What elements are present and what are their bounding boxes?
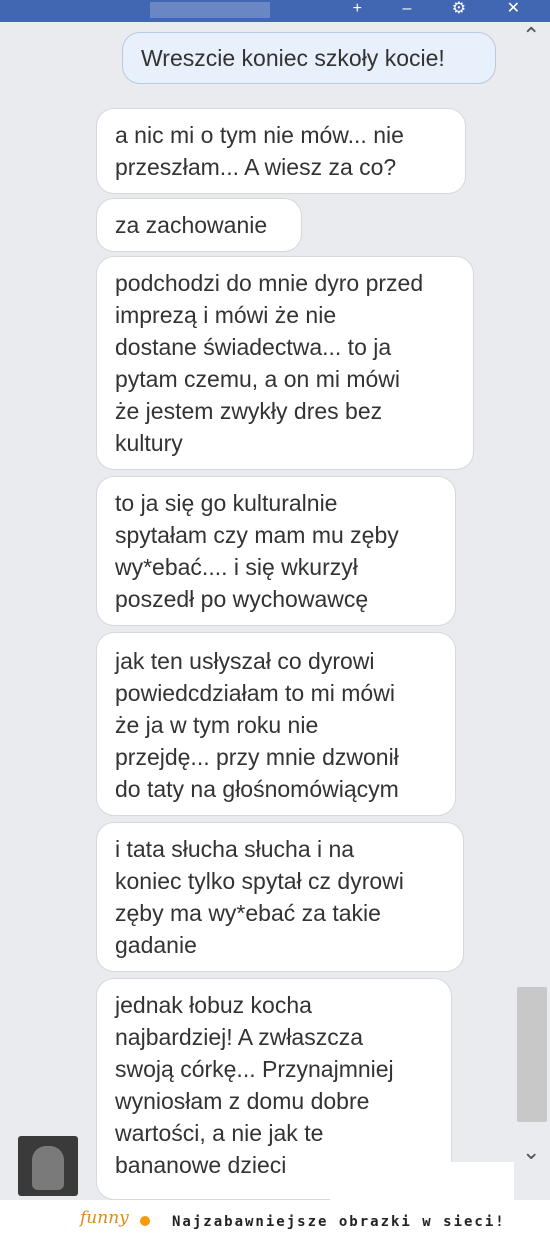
white-overlay (330, 1162, 514, 1200)
message-bubble-incoming: jak ten usłyszał co dyrowi powiedcdziała… (96, 632, 456, 816)
avatar[interactable] (18, 1136, 78, 1196)
site-slogan: Najzabawniejsze obrazki w sieci! (172, 1214, 506, 1230)
message-bubble-incoming: to ja się go kulturalnie spytałam czy ma… (96, 476, 456, 626)
message-bubble-outgoing: Wreszcie koniec szkoły kocie! (122, 32, 496, 84)
titlebar-icons[interactable]: + – ⚙ ✕ (353, 0, 538, 18)
scrollbar-thumb[interactable] (517, 987, 547, 1122)
message-bubble-incoming: za zachowanie (96, 198, 302, 252)
message-bubble-incoming: podchodzi do mnie dyro przed imprezą i m… (96, 256, 474, 470)
site-logo: funny (80, 1208, 129, 1228)
blurred-contact-name (150, 2, 270, 18)
chevron-up-icon[interactable]: ⌃ (522, 26, 540, 48)
logo-dot (140, 1216, 150, 1226)
scrollbar[interactable]: ⌃ ⌄ (514, 22, 550, 1200)
message-bubble-incoming: i tata słucha słucha i na koniec tylko s… (96, 822, 464, 972)
avatar-silhouette (32, 1146, 64, 1190)
chat-window-titlebar: + – ⚙ ✕ (0, 0, 550, 22)
chevron-down-icon[interactable]: ⌄ (522, 1142, 540, 1164)
watermark-footer: funny Najzabawniejsze obrazki w sieci! (0, 1200, 550, 1246)
message-list: Wreszcie koniec szkoły kocie! a nic mi o… (0, 22, 514, 1200)
message-bubble-incoming: a nic mi o tym nie mów... nie przeszłam.… (96, 108, 466, 194)
